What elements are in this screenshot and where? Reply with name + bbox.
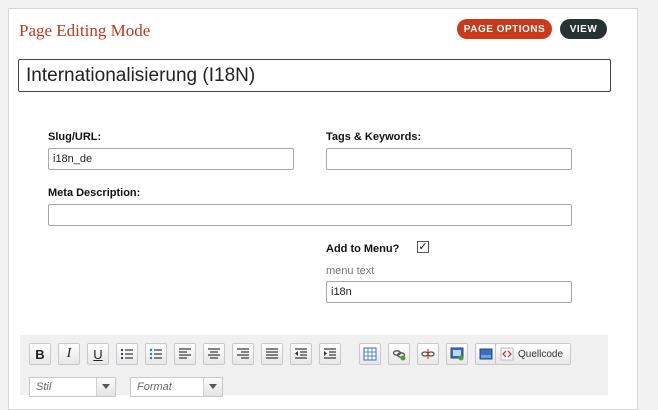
- editor-toolbar: B I U Quellcode Stil Format: [20, 335, 608, 397]
- underline-icon: U: [93, 346, 103, 362]
- bold-icon: B: [35, 346, 45, 362]
- menu-text-label: menu text: [326, 265, 375, 277]
- view-button[interactable]: VIEW: [560, 19, 607, 39]
- page-title: Page Editing Mode: [19, 21, 151, 40]
- page-options-button[interactable]: PAGE OPTIONS: [457, 19, 552, 39]
- align-right-icon: [237, 348, 249, 359]
- bulleted-list-button[interactable]: [145, 343, 167, 365]
- link-icon: [392, 350, 406, 361]
- justify-icon: [266, 348, 278, 359]
- bulleted-list-icon: [149, 348, 162, 360]
- indent-button[interactable]: [319, 343, 341, 365]
- flash-button[interactable]: [475, 343, 497, 365]
- table-icon: [363, 347, 377, 361]
- style-select[interactable]: Stil: [29, 377, 116, 397]
- source-button[interactable]: Quellcode: [495, 343, 571, 365]
- style-placeholder: Stil: [36, 381, 52, 393]
- tags-input[interactable]: [326, 148, 572, 170]
- align-center-icon: [208, 348, 220, 359]
- align-left-icon: [179, 348, 191, 359]
- table-button[interactable]: [359, 343, 381, 365]
- justify-button[interactable]: [261, 343, 283, 365]
- unlink-button[interactable]: [417, 343, 439, 365]
- outdent-button[interactable]: [290, 343, 312, 365]
- image-button[interactable]: [446, 343, 468, 365]
- add-to-menu-checkbox[interactable]: ✓: [417, 241, 429, 253]
- source-icon: [500, 347, 514, 361]
- link-button[interactable]: [388, 343, 410, 365]
- chevron-down-icon: [203, 378, 222, 396]
- meta-description-input[interactable]: [48, 204, 572, 226]
- menu-text-input[interactable]: i18n: [326, 281, 572, 303]
- slug-input[interactable]: i18n_de: [48, 148, 294, 170]
- add-to-menu-label: Add to Menu?: [326, 243, 400, 255]
- page-title-input[interactable]: Internationalisierung (I18N): [18, 59, 611, 92]
- align-center-button[interactable]: [203, 343, 225, 365]
- chevron-down-icon: [96, 378, 115, 396]
- align-right-button[interactable]: [232, 343, 254, 365]
- slug-label: Slug/URL:: [48, 131, 102, 143]
- unlink-icon: [421, 349, 435, 359]
- underline-button[interactable]: U: [87, 343, 109, 365]
- image-icon: [450, 347, 464, 361]
- flash-icon: [479, 348, 493, 360]
- align-left-button[interactable]: [174, 343, 196, 365]
- meta-description-label: Meta Description:: [48, 187, 141, 199]
- format-placeholder: Format: [137, 381, 172, 393]
- numbered-list-button[interactable]: [116, 343, 138, 365]
- outdent-icon: [295, 348, 307, 359]
- format-select[interactable]: Format: [130, 377, 223, 397]
- numbered-list-icon: [121, 349, 133, 359]
- bold-button[interactable]: B: [29, 343, 51, 365]
- tags-label: Tags & Keywords:: [326, 131, 422, 143]
- indent-icon: [324, 348, 336, 359]
- source-label: Quellcode: [518, 348, 564, 360]
- italic-icon: I: [66, 346, 72, 361]
- italic-button[interactable]: I: [58, 343, 80, 365]
